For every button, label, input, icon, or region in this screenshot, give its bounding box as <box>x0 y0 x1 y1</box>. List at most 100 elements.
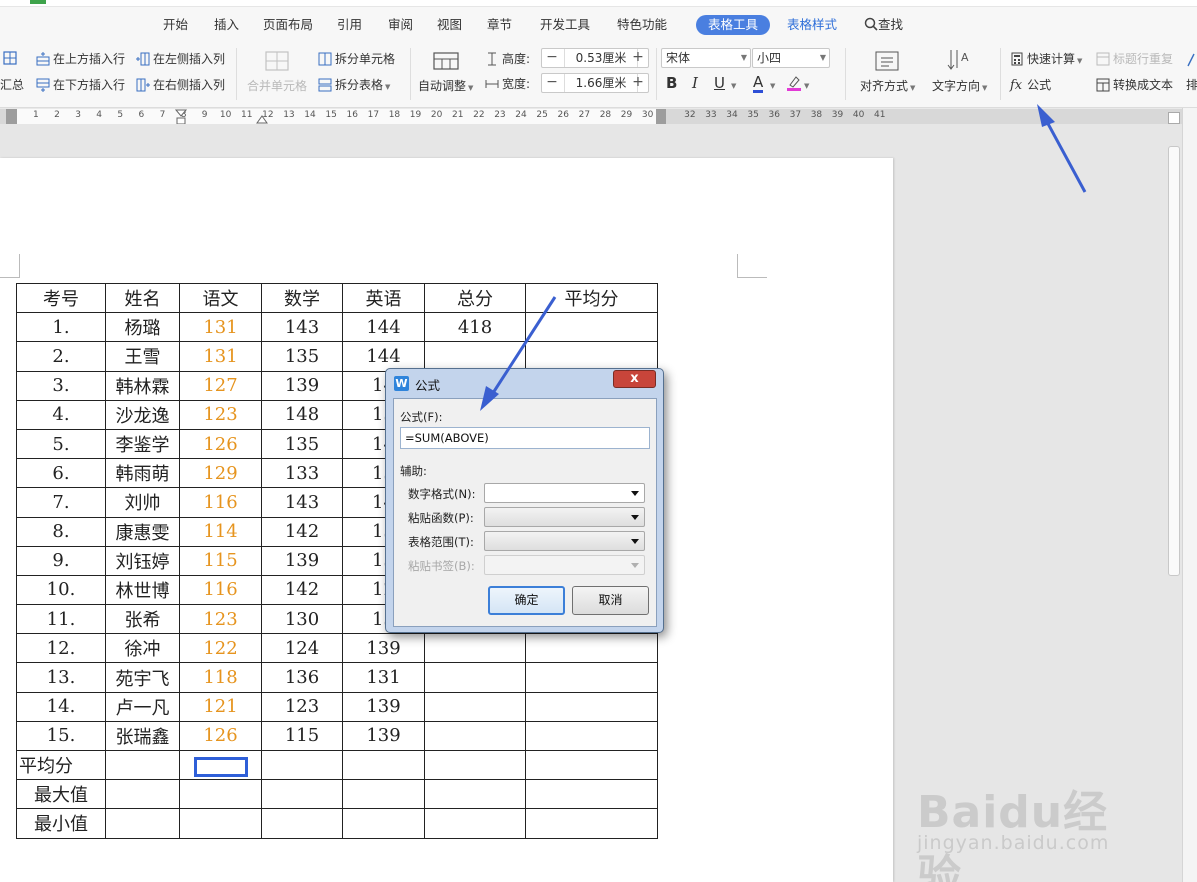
table-cell[interactable]: 139 <box>261 370 343 401</box>
table-cell[interactable]: 142 <box>261 516 343 547</box>
table-cell[interactable] <box>261 808 343 839</box>
table-cell[interactable]: 李鉴学 <box>105 428 180 460</box>
table-header-cell[interactable]: 总分 <box>424 282 526 314</box>
cancel-button[interactable]: 取消 <box>572 586 649 615</box>
table-cell[interactable]: 6. <box>16 458 106 489</box>
table-cell[interactable]: 136 <box>261 662 343 693</box>
table-cell[interactable]: 144 <box>342 312 425 343</box>
convert-to-text-button[interactable]: 转换成文本 <box>1096 77 1173 93</box>
table-cell[interactable]: 8. <box>16 516 106 547</box>
search-button[interactable]: 查找 <box>864 14 903 36</box>
summary-icon[interactable] <box>0 50 28 68</box>
summary-row-label[interactable]: 最大值 <box>16 779 106 810</box>
table-cell[interactable]: 122 <box>179 633 262 664</box>
table-cell[interactable] <box>424 691 526 722</box>
table-cell[interactable] <box>525 720 658 752</box>
alignment-icon[interactable] <box>874 50 900 75</box>
scrollbar-thumb[interactable] <box>1168 146 1180 576</box>
table-cell[interactable]: 3. <box>16 370 106 401</box>
formula-input[interactable]: =SUM(ABOVE) <box>400 427 650 449</box>
table-cell[interactable]: 144 <box>342 341 425 372</box>
tab-home[interactable]: 开始 <box>163 14 188 36</box>
table-cell[interactable] <box>424 720 526 752</box>
table-cell[interactable]: 卢一凡 <box>105 691 180 722</box>
table-cell[interactable] <box>525 312 658 343</box>
insert-row-above-button[interactable]: 在上方插入行 <box>36 51 125 67</box>
table-cell[interactable] <box>179 749 262 781</box>
table-cell[interactable]: 131 <box>179 341 262 372</box>
table-cell[interactable]: 139 <box>342 633 425 664</box>
tab-table-style[interactable]: 表格样式 <box>787 14 837 36</box>
table-cell[interactable]: 116 <box>179 487 262 518</box>
merge-cells-icon[interactable] <box>264 50 290 75</box>
paste-function-select[interactable] <box>484 507 645 527</box>
table-cell[interactable]: 1. <box>16 312 106 343</box>
insert-row-below-button[interactable]: 在下方插入行 <box>36 77 125 93</box>
vertical-scrollbar[interactable] <box>1167 110 1182 882</box>
table-cell[interactable] <box>525 691 658 722</box>
table-cell[interactable]: 4. <box>16 399 106 430</box>
table-cell[interactable] <box>342 808 425 839</box>
table-cell[interactable] <box>424 749 526 781</box>
table-cell[interactable]: 143 <box>261 487 343 518</box>
formula-button[interactable]: fx 公式 <box>1010 77 1051 94</box>
table-range-select[interactable] <box>484 531 645 551</box>
height-decrement-button[interactable]: − <box>542 49 562 67</box>
split-cells-button[interactable]: 拆分单元格 <box>318 51 395 67</box>
table-cell[interactable]: 12. <box>16 633 106 664</box>
doc-tab-stub[interactable] <box>30 0 46 4</box>
tab-review[interactable]: 审阅 <box>388 14 413 36</box>
tab-table-tools[interactable]: 表格工具 <box>696 15 771 35</box>
alignment-button[interactable]: 对齐方式 ▼ <box>860 78 915 96</box>
highlight-button[interactable] <box>786 74 802 96</box>
dialog-close-button[interactable]: x <box>613 370 656 388</box>
table-cell[interactable]: 7. <box>16 487 106 518</box>
task-pane-edge[interactable] <box>1182 108 1197 882</box>
bold-button[interactable]: B <box>666 75 677 91</box>
merge-cells-button[interactable]: 合并单元格 <box>247 78 307 94</box>
chevron-down-icon[interactable]: ▼ <box>804 78 809 94</box>
table-cell[interactable] <box>424 808 526 839</box>
summary-button[interactable]: 汇总 <box>0 77 24 93</box>
tab-special-features[interactable]: 特色功能 <box>617 14 667 36</box>
table-cell[interactable]: 123 <box>179 604 262 635</box>
table-cell[interactable]: 韩林霖 <box>105 370 180 401</box>
height-increment-button[interactable]: + <box>628 49 648 67</box>
width-increment-button[interactable]: + <box>628 74 648 92</box>
table-cell[interactable]: 418 <box>424 312 526 343</box>
width-decrement-button[interactable]: − <box>542 74 562 92</box>
table-cell[interactable]: 129 <box>179 458 262 489</box>
dialog-titlebar[interactable]: W 公式 x <box>386 369 663 397</box>
table-cell[interactable]: 11. <box>16 604 106 635</box>
table-cell[interactable]: 130 <box>261 604 343 635</box>
font-color-button[interactable]: A <box>753 74 764 93</box>
table-cell[interactable]: 139 <box>342 691 425 722</box>
row-height-stepper[interactable]: − 0.53厘米 + <box>541 48 649 68</box>
table-cell[interactable]: 14. <box>16 691 106 722</box>
table-cell[interactable]: 139 <box>342 720 425 752</box>
table-cell[interactable]: 张希 <box>105 604 180 635</box>
table-cell[interactable]: 127 <box>179 370 262 401</box>
table-cell[interactable]: 126 <box>179 428 262 460</box>
table-cell[interactable]: 115 <box>261 720 343 752</box>
table-cell[interactable]: 143 <box>261 312 343 343</box>
table-header-cell[interactable]: 英语 <box>342 282 425 314</box>
table-cell[interactable]: 114 <box>179 516 262 547</box>
table-cell[interactable]: 142 <box>261 574 343 606</box>
table-cell[interactable]: 5. <box>16 428 106 460</box>
table-cell[interactable]: 135 <box>261 341 343 372</box>
table-cell[interactable]: 15. <box>16 720 106 752</box>
italic-button[interactable]: I <box>692 75 698 91</box>
quick-calc-button[interactable]: 快速计算 ▼ <box>1010 51 1082 69</box>
table-cell[interactable] <box>105 749 180 781</box>
table-cell[interactable]: 苑宇飞 <box>105 662 180 693</box>
text-direction-icon[interactable]: A <box>946 48 972 75</box>
auto-fit-button[interactable]: 自动调整 ▼ <box>418 78 473 96</box>
table-cell[interactable] <box>179 808 262 839</box>
split-table-button[interactable]: 拆分表格 ▼ <box>318 77 390 95</box>
tab-view[interactable]: 视图 <box>437 14 462 36</box>
insert-col-right-button[interactable]: 在右侧插入列 <box>136 77 225 93</box>
tab-developer[interactable]: 开发工具 <box>540 14 590 36</box>
table-cell[interactable]: 121 <box>179 691 262 722</box>
table-cell[interactable]: 123 <box>261 691 343 722</box>
